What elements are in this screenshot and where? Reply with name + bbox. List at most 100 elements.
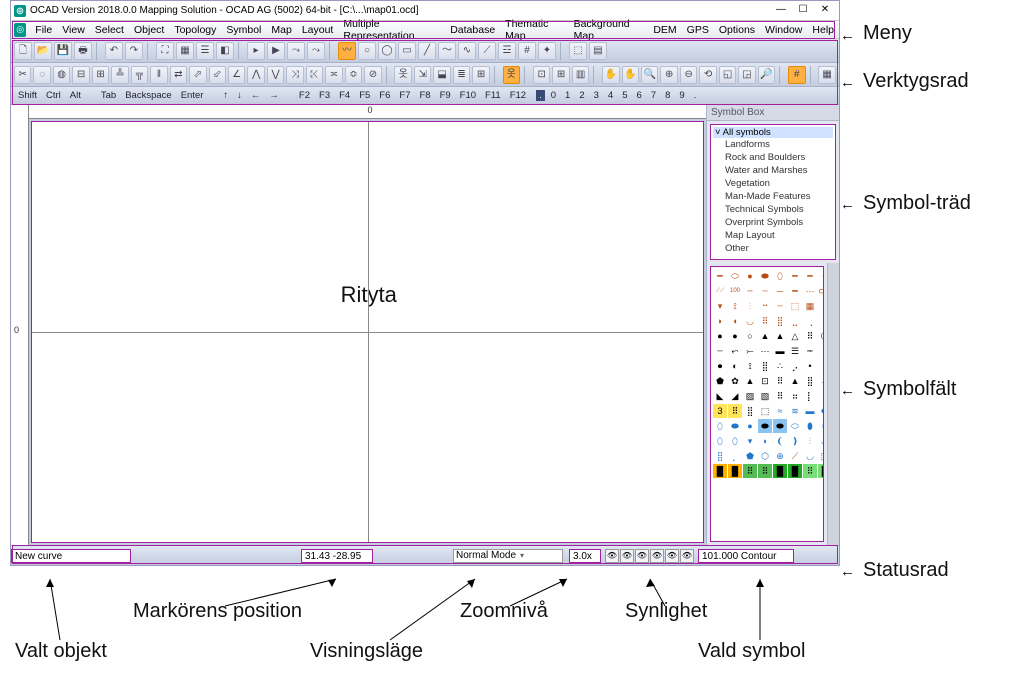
tool-icon[interactable]: ╦	[131, 66, 148, 84]
key-f10[interactable]: F10	[457, 90, 479, 101]
tree-item[interactable]: Landforms	[713, 138, 833, 151]
key-f11[interactable]: F11	[482, 90, 504, 101]
circle-icon[interactable]: ◯	[378, 42, 396, 60]
drawing-canvas[interactable]: Rityta	[31, 121, 704, 543]
menu-options[interactable]: Options	[714, 24, 760, 36]
menu-dem[interactable]: DEM	[648, 24, 681, 36]
tool-icon[interactable]: ⬃	[209, 66, 226, 84]
key-f2[interactable]: F2	[296, 90, 313, 101]
tree-item[interactable]: Rock and Boulders	[713, 151, 833, 164]
menu-view[interactable]: View	[57, 24, 90, 36]
tool-icon[interactable]: ≍	[325, 66, 342, 84]
person-active-icon[interactable]: 옷	[503, 66, 520, 84]
tree-item[interactable]: Technical Symbols	[713, 203, 833, 216]
zoomin-icon[interactable]: ⊕	[660, 66, 677, 84]
tool-icon[interactable]: ≎	[345, 66, 362, 84]
zoomtool-icon[interactable]: 🔍	[641, 66, 658, 84]
person-icon[interactable]: 옷	[394, 66, 411, 84]
menu-thematic[interactable]: Thematic Map	[500, 18, 568, 42]
menu-layout[interactable]: Layout	[297, 24, 339, 36]
tool-icon[interactable]: ⊟	[72, 66, 89, 84]
tool-icon[interactable]: ⤪	[306, 66, 323, 84]
key-5[interactable]: 5	[619, 90, 630, 101]
key-f12[interactable]: F12	[507, 90, 529, 101]
tree-item[interactable]: Map Layout	[713, 229, 833, 242]
key-alt[interactable]: Alt	[67, 90, 84, 101]
line-icon[interactable]: ╱	[418, 42, 436, 60]
key-9[interactable]: 9	[676, 90, 687, 101]
curve-icon[interactable]: ⤳	[307, 42, 325, 60]
key-8[interactable]: 8	[662, 90, 673, 101]
visibility-btn[interactable]: 👁	[680, 549, 694, 563]
key-ctrl[interactable]: Ctrl	[43, 90, 64, 101]
key-f6[interactable]: F6	[376, 90, 393, 101]
ellipse-icon[interactable]: ○	[358, 42, 376, 60]
tool-icon[interactable]: ◧	[216, 42, 234, 60]
visibility-btn[interactable]: 👁	[665, 549, 679, 563]
key-dot[interactable]: .	[536, 90, 545, 101]
key-6[interactable]: 6	[634, 90, 645, 101]
menu-gps[interactable]: GPS	[682, 24, 714, 36]
tool-icon[interactable]: ▥	[572, 66, 589, 84]
tool-icon[interactable]: ⊞	[552, 66, 569, 84]
wholemap-icon[interactable]: ⛶	[156, 42, 174, 60]
redo-icon[interactable]: ↷	[125, 42, 143, 60]
visibility-btn[interactable]: 👁	[620, 549, 634, 563]
key-f3[interactable]: F3	[316, 90, 333, 101]
grid-icon[interactable]: #	[788, 66, 805, 84]
tool-icon[interactable]: ∠	[228, 66, 245, 84]
key-7[interactable]: 7	[648, 90, 659, 101]
key-right[interactable]: →	[266, 90, 282, 101]
cut-icon[interactable]: ✂	[14, 66, 31, 84]
menu-select[interactable]: Select	[90, 24, 129, 36]
save-icon[interactable]: 💾	[54, 42, 72, 60]
zoom-icon[interactable]: 🔎	[758, 66, 775, 84]
key-1[interactable]: 1	[562, 90, 573, 101]
zoomfit-icon[interactable]: ◱	[719, 66, 736, 84]
pointer-icon[interactable]: ▸	[247, 42, 265, 60]
symbol-palette[interactable]: ━⬭●⬬⬯━━┄ ⟋⟋100╌┄─━⋯⊂⊃ ▾⟟⫶⠒┄⬚▦⠿ ◗◖◡⠿⣿⣀⢀⡀ …	[710, 266, 824, 542]
visibility-btn[interactable]: 👁	[605, 549, 619, 563]
tool-icon[interactable]: ⬓	[433, 66, 450, 84]
tool-icon[interactable]: ⊞	[92, 66, 109, 84]
key-up[interactable]: ↑	[220, 90, 231, 101]
tool-icon[interactable]: ⇄	[170, 66, 187, 84]
stairs-icon[interactable]: ☲	[498, 42, 516, 60]
key-3[interactable]: 3	[591, 90, 602, 101]
node-icon[interactable]: ◍	[53, 66, 70, 84]
key-left[interactable]: ←	[248, 90, 264, 101]
tree-item[interactable]: Man-Made Features	[713, 190, 833, 203]
tool-icon[interactable]: ╩	[111, 66, 128, 84]
menu-window[interactable]: Window	[760, 24, 807, 36]
tool-icon[interactable]: ≣	[453, 66, 470, 84]
draw-curve-icon[interactable]: 〰	[338, 42, 356, 60]
menu-symbol[interactable]: Symbol	[221, 24, 266, 36]
zoomprev-icon[interactable]: ⟲	[699, 66, 716, 84]
palette-scrollbar[interactable]	[827, 263, 839, 545]
tool-icon[interactable]: ⤨	[286, 66, 303, 84]
tool-icon[interactable]: ⊞	[472, 66, 489, 84]
tool-icon[interactable]: ‖	[150, 66, 167, 84]
minimize-button[interactable]: —	[770, 2, 792, 20]
close-button[interactable]: ✕	[814, 2, 836, 20]
menu-file[interactable]: File	[30, 24, 57, 36]
zoomsel-icon[interactable]: ◲	[738, 66, 755, 84]
tool-icon[interactable]: ▤	[589, 42, 607, 60]
print-icon[interactable]: 🖶	[74, 42, 92, 60]
visibility-btn[interactable]: 👁	[650, 549, 664, 563]
numeric-icon[interactable]: #	[518, 42, 536, 60]
tree-item[interactable]: Other	[713, 242, 833, 255]
menu-help[interactable]: Help	[807, 24, 839, 36]
tree-root[interactable]: ˅ All symbols	[713, 127, 833, 138]
tool-icon[interactable]: ⊘	[364, 66, 381, 84]
tree-item[interactable]: Overprint Symbols	[713, 216, 833, 229]
rect-icon[interactable]: ▭	[398, 42, 416, 60]
tool-icon[interactable]: ☰	[196, 42, 214, 60]
curve-icon[interactable]: ⤳	[287, 42, 305, 60]
key-down[interactable]: ↓	[234, 90, 245, 101]
key-2[interactable]: 2	[576, 90, 587, 101]
key-shift[interactable]: Shift	[15, 90, 40, 101]
key-4[interactable]: 4	[605, 90, 616, 101]
tool-icon[interactable]: ⊡	[533, 66, 550, 84]
tree-item[interactable]: Vegetation	[713, 177, 833, 190]
